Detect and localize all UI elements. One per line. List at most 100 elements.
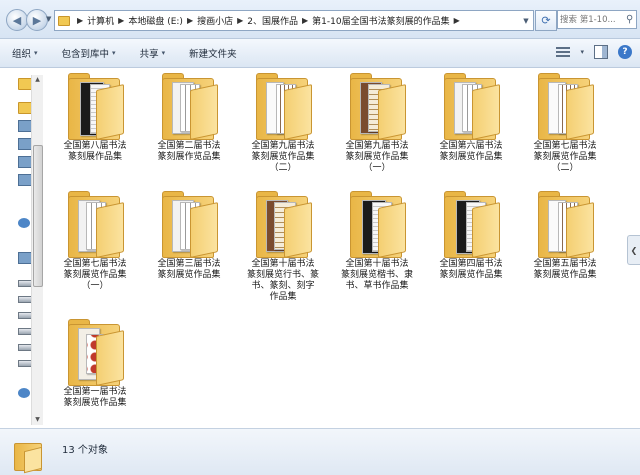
new-folder-button[interactable]: 新建文件夹 xyxy=(177,46,249,60)
folder-icon xyxy=(536,70,594,140)
homegroup-icon[interactable] xyxy=(18,218,30,228)
include-library-label: 包含到库中 xyxy=(61,49,110,60)
folder-icon xyxy=(66,70,124,140)
breadcrumb-separator[interactable]: ▶ xyxy=(114,16,128,25)
folder-label: 全国第二届书法 篆刻展作览品集 xyxy=(157,141,221,162)
computer-icon[interactable] xyxy=(18,156,32,168)
chevron-left-icon: ❮ xyxy=(630,245,638,255)
folder-item[interactable]: 全国第九届书法 篆刻展览作品集 （一） xyxy=(330,70,424,174)
address-bar-region: ◀ ▶ ▼ ▶ 计算机 ▶ 本地磁盘 (E:) ▶ 搜画小店 ▶ 2、国展作品 … xyxy=(0,0,640,39)
favorites-folder-icon[interactable] xyxy=(18,78,32,90)
computer-icon[interactable] xyxy=(18,174,32,186)
folder-item[interactable]: 全国第三届书法 篆刻展览作品集 xyxy=(142,188,236,281)
recent-pages-dropdown[interactable]: ▼ xyxy=(46,15,51,23)
library-folder-icon[interactable] xyxy=(18,102,32,114)
folder-item[interactable]: 全国第六届书法 篆刻展览作品集 xyxy=(424,70,518,163)
folder-icon xyxy=(254,188,312,258)
folder-label: 全国第四届书法 篆刻展览作品集 xyxy=(439,259,503,280)
breadcrumb-separator[interactable]: ▶ xyxy=(298,16,312,25)
forward-button[interactable]: ▶ xyxy=(26,9,48,31)
collapse-pane-button[interactable]: ❮ xyxy=(627,235,640,265)
folder-item[interactable]: 全国第四届书法 篆刻展览作品集 xyxy=(424,188,518,281)
item-count: 13 个对象 xyxy=(62,445,108,456)
folder-label: 全国第五届书法 篆刻展览作品集 xyxy=(533,259,597,280)
refresh-icon: ⟳ xyxy=(541,14,551,27)
command-toolbar: 组织 ▾ 包含到库中 ▾ 共享 ▾ 新建文件夹 ▾ ? xyxy=(0,39,640,68)
address-history-dropdown[interactable]: ▼ xyxy=(519,17,533,25)
back-button[interactable]: ◀ xyxy=(6,9,28,31)
folder-label: 全国第七届书法 篆刻展览作品集 （二） xyxy=(533,141,597,173)
scroll-down-arrow-icon[interactable]: ▼ xyxy=(32,415,43,425)
breadcrumb-national-works[interactable]: 2、国展作品 xyxy=(247,14,298,27)
folder-label: 全国第九届书法 篆刻展览作品集 （一） xyxy=(345,141,409,173)
include-in-library-menu[interactable]: 包含到库中 ▾ xyxy=(50,46,128,60)
preview-pane-icon[interactable] xyxy=(594,45,608,59)
breadcrumb-separator[interactable]: ▶ xyxy=(450,16,464,25)
breadcrumb-current-folder[interactable]: 第1-10届全国书法篆刻展的作品集 xyxy=(312,14,449,27)
folder-item[interactable]: 全国第二届书法 篆刻展作览品集 xyxy=(142,70,236,163)
folder-icon xyxy=(442,70,500,140)
folder-item[interactable]: 全国第一届书法 篆刻展览作品集 xyxy=(48,316,142,409)
drive-icon[interactable] xyxy=(18,360,32,367)
folder-item[interactable]: 全国第九届书法 篆刻展览作品集 （二） xyxy=(236,70,330,174)
folder-icon xyxy=(66,188,124,258)
folder-item[interactable]: 全国第七届书法 篆刻展览作品集 （一） xyxy=(48,188,142,292)
organize-label: 组织 xyxy=(12,49,32,60)
file-list-view: 全国第八届书法 篆刻展作品集 全国第二届书法 篆刻展作览品集 全国第九届书法 篆刻展… xyxy=(44,68,626,428)
drive-icon[interactable] xyxy=(18,344,32,351)
folder-item[interactable]: 全国第七届书法 篆刻展览作品集 （二） xyxy=(518,70,612,174)
breadcrumb-computer[interactable]: 计算机 xyxy=(87,14,114,27)
breadcrumb-separator[interactable]: ▶ xyxy=(233,16,247,25)
status-bar: 13 个对象 xyxy=(0,428,640,475)
computer-icon[interactable] xyxy=(18,252,32,264)
network-icon[interactable] xyxy=(18,388,30,398)
folder-label: 全国第六届书法 篆刻展览作品集 xyxy=(439,141,503,162)
folder-item[interactable]: 全国第五届书法 篆刻展览作品集 xyxy=(518,188,612,281)
help-icon[interactable]: ? xyxy=(618,45,632,59)
breadcrumb-drive-e[interactable]: 本地磁盘 (E:) xyxy=(128,14,183,27)
share-label: 共享 xyxy=(139,49,159,60)
folder-icon xyxy=(58,15,70,26)
computer-icon[interactable] xyxy=(18,120,32,132)
view-options-dropdown[interactable]: ▾ xyxy=(580,48,584,56)
chevron-down-icon: ▾ xyxy=(112,49,116,57)
change-view-icon[interactable] xyxy=(556,46,571,58)
folder-label: 全国第九届书法 篆刻展览作品集 （二） xyxy=(251,141,315,173)
drive-icon[interactable] xyxy=(18,328,32,335)
folder-icon xyxy=(160,188,218,258)
folder-label: 全国第十届书法 篆刻展览行书、篆 书、篆刻、刻字 作品集 xyxy=(246,259,319,302)
folder-label: 全国第三届书法 篆刻展览作品集 xyxy=(157,259,221,280)
search-input[interactable] xyxy=(558,12,626,27)
folder-label: 全国第八届书法 篆刻展作品集 xyxy=(63,141,127,162)
drive-icon[interactable] xyxy=(18,296,32,303)
chevron-down-icon: ▾ xyxy=(161,49,166,57)
refresh-button[interactable]: ⟳ xyxy=(535,10,557,31)
organize-menu[interactable]: 组织 ▾ xyxy=(0,46,50,60)
folder-label: 全国第七届书法 篆刻展览作品集 （一） xyxy=(63,259,127,291)
search-box[interactable]: ⚲ xyxy=(557,10,637,29)
folder-icon xyxy=(254,70,312,140)
folder-icon xyxy=(348,70,406,140)
breadcrumb-separator[interactable]: ▶ xyxy=(183,16,197,25)
scroll-up-arrow-icon[interactable]: ▲ xyxy=(32,75,43,85)
share-menu[interactable]: 共享 ▾ xyxy=(128,46,178,60)
scrollbar-thumb[interactable] xyxy=(33,145,43,287)
address-bar[interactable]: ▶ 计算机 ▶ 本地磁盘 (E:) ▶ 搜画小店 ▶ 2、国展作品 ▶ 第1-1… xyxy=(54,10,534,31)
folder-item[interactable]: 全国第十届书法 篆刻展览楷书、隶 书、草书作品集 xyxy=(330,188,424,292)
drive-icon[interactable] xyxy=(18,312,32,319)
search-icon[interactable]: ⚲ xyxy=(626,14,633,25)
folder-icon xyxy=(66,316,124,386)
computer-icon[interactable] xyxy=(18,138,32,150)
folder-item[interactable]: 全国第十届书法 篆刻展览行书、篆 书、篆刻、刻字 作品集 xyxy=(236,188,330,303)
drive-icon[interactable] xyxy=(18,280,32,287)
back-arrow-icon: ◀ xyxy=(12,13,22,27)
chevron-down-icon: ▾ xyxy=(34,49,38,57)
breadcrumb-store[interactable]: 搜画小店 xyxy=(197,14,233,27)
folder-item[interactable]: 全国第八届书法 篆刻展作品集 xyxy=(48,70,142,163)
folder-icon xyxy=(536,188,594,258)
breadcrumb-separator[interactable]: ▶ xyxy=(73,16,87,25)
folder-label: 全国第一届书法 篆刻展览作品集 xyxy=(63,387,127,408)
forward-arrow-icon: ▶ xyxy=(32,13,42,27)
folder-icon xyxy=(160,70,218,140)
nav-pane-scrollbar[interactable]: ▲ ▼ xyxy=(31,75,43,425)
